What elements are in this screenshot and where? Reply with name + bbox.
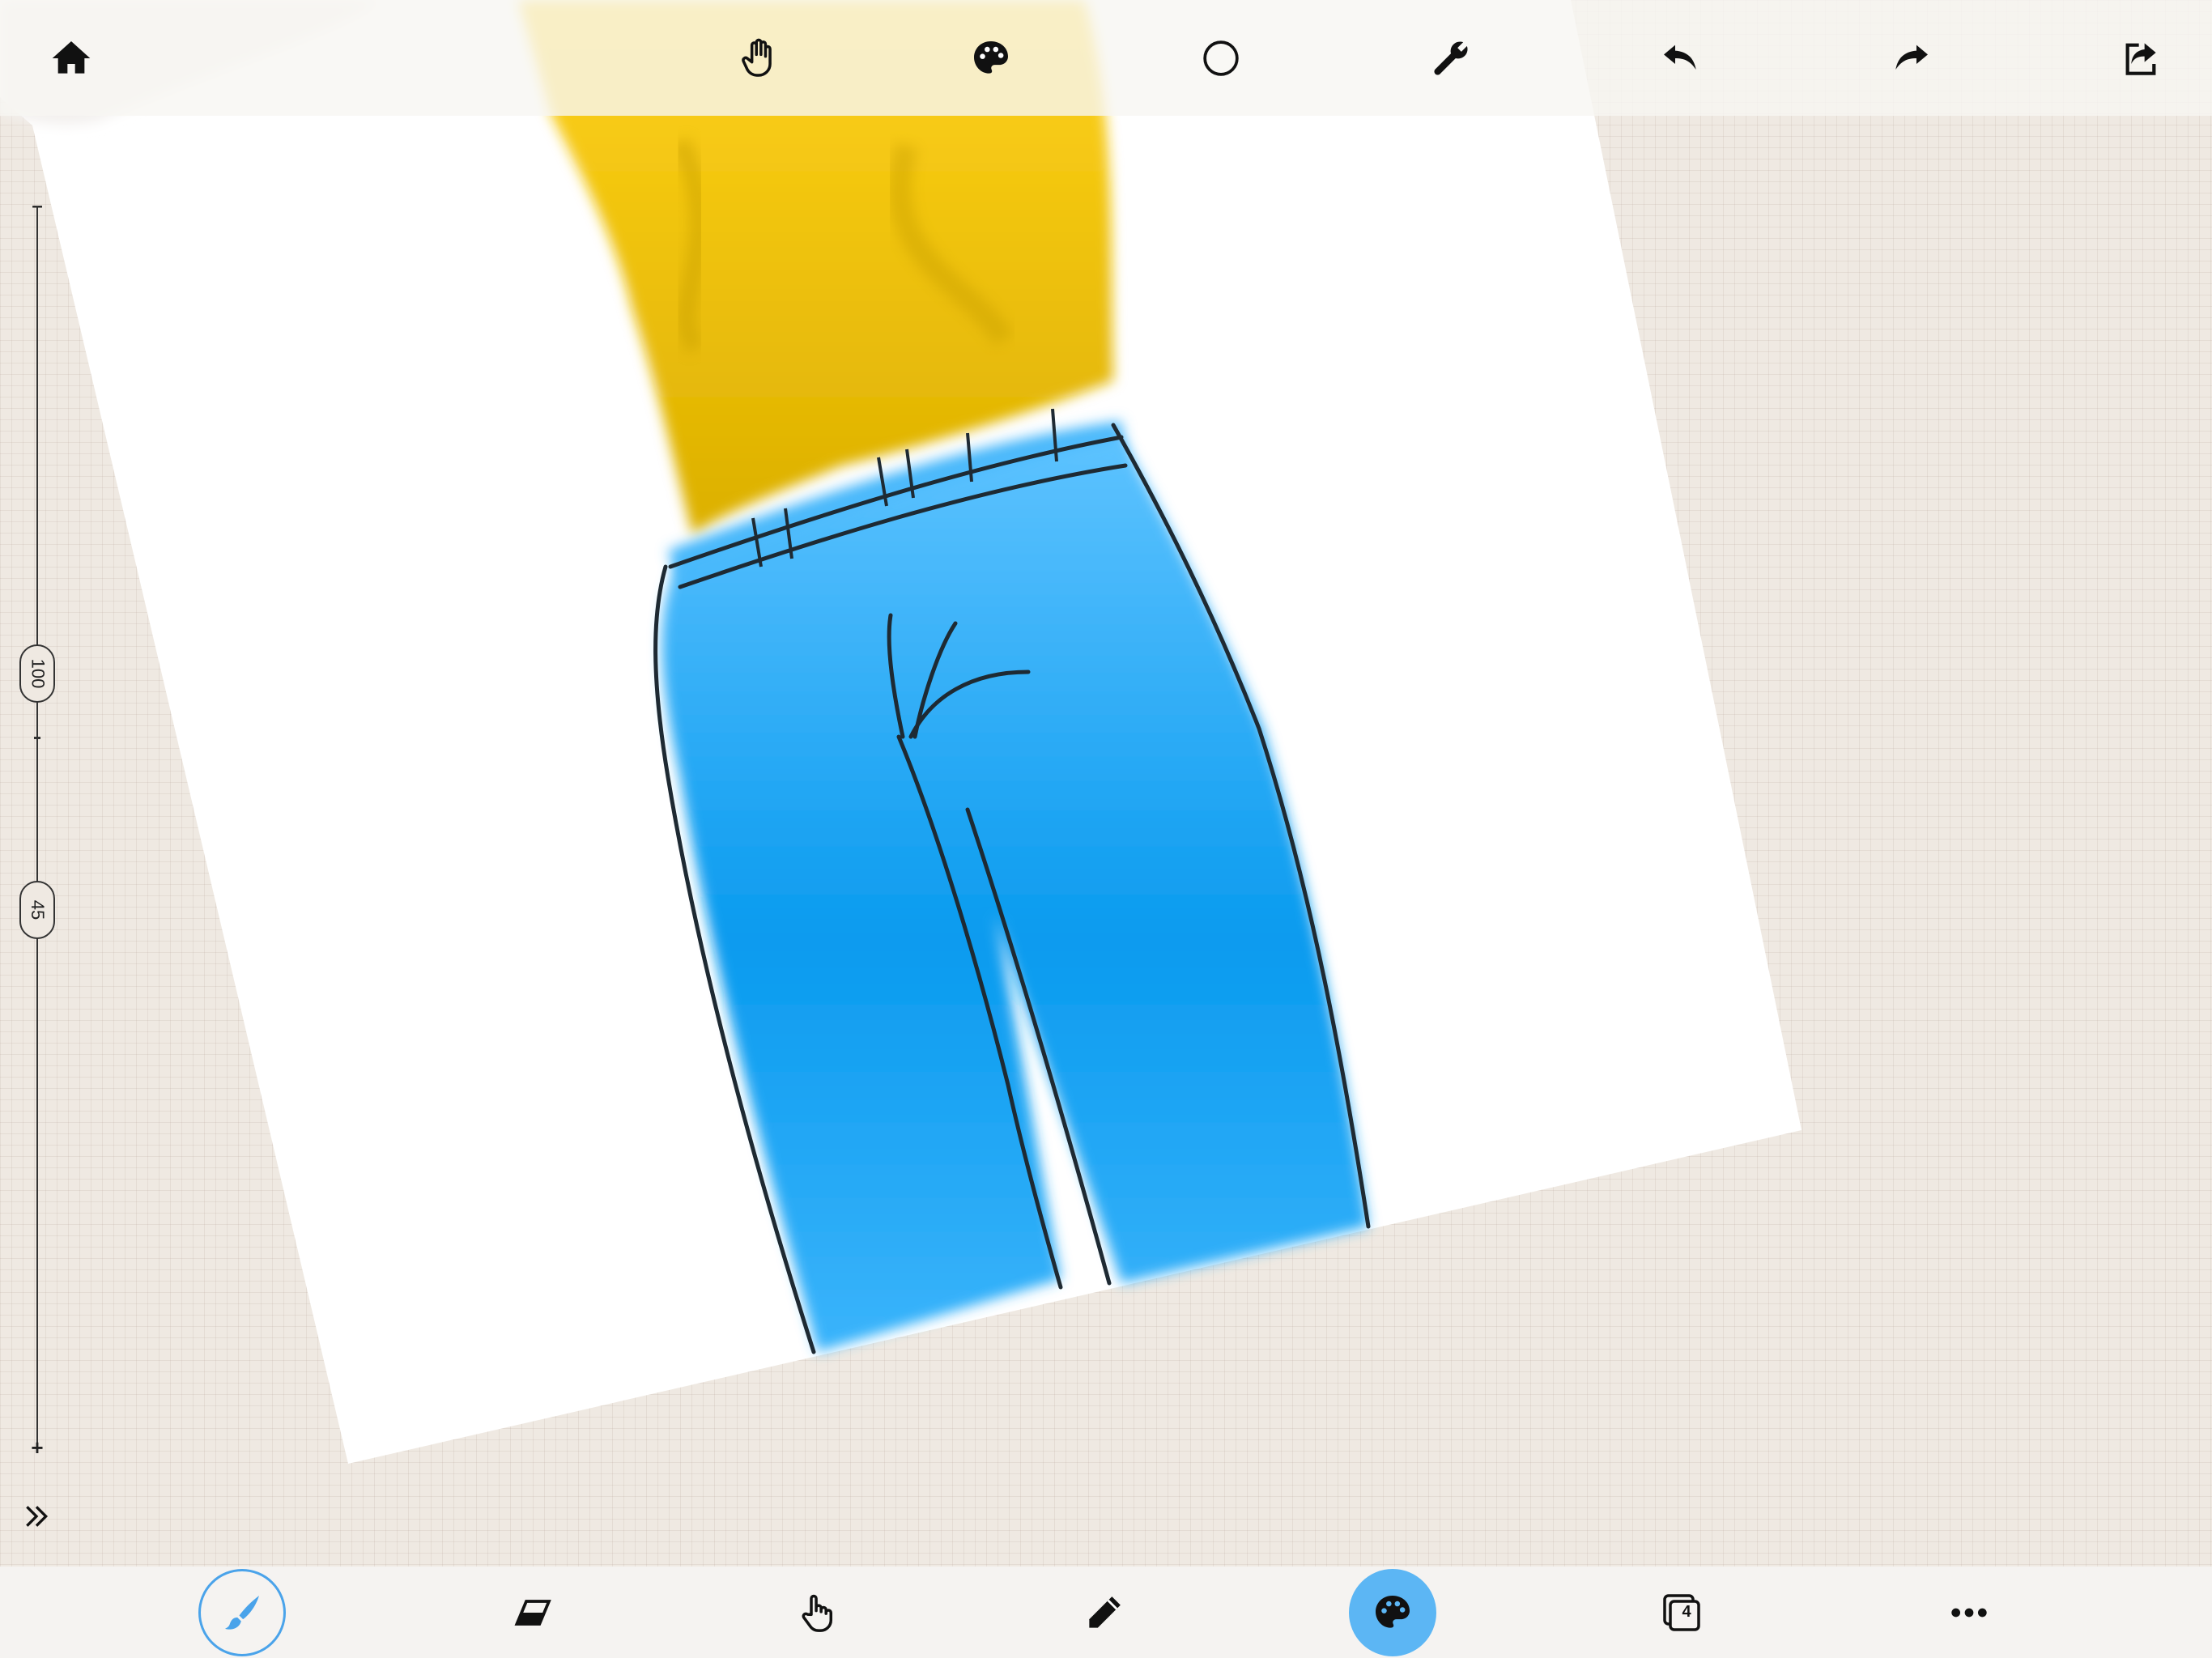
drawing-canvas[interactable] [0,0,2212,1658]
hand-tool-button[interactable] [730,29,789,87]
eraser-icon [514,1600,551,1626]
share-icon [2125,43,2156,75]
undo-icon [1664,45,1696,70]
redo-button[interactable] [1882,29,1940,87]
pencil-tool-button[interactable] [1061,1569,1148,1656]
size-slider-track[interactable] [36,206,38,1449]
palette-icon [974,41,1008,74]
redo-icon [1895,45,1928,70]
bottom-toolbar: 4 [0,1567,2212,1658]
pencil-icon [1089,1596,1121,1628]
brush-size-handle[interactable]: 100 [19,644,55,703]
share-button[interactable] [2112,29,2170,87]
expand-sidebar-button[interactable] [18,1498,55,1535]
finger-icon [802,1594,833,1632]
undo-button[interactable] [1652,29,1710,87]
double-chevron-right-icon [26,1506,49,1527]
selection-button[interactable] [1192,29,1250,87]
palette-top-button[interactable] [962,29,1020,87]
hand-icon [742,38,772,77]
slider-tick [34,737,40,739]
brush-opacity-handle[interactable]: 45 [19,881,55,939]
palette-icon [1376,1596,1410,1628]
settings-button[interactable] [1422,29,1480,87]
top-toolbar [0,0,2212,116]
home-button[interactable] [42,29,100,87]
wrench-icon [1434,41,1468,75]
more-button[interactable] [1925,1569,2013,1656]
circle-icon [1203,40,1239,76]
layers-button[interactable]: 4 [1638,1569,1725,1656]
brush-tool-button[interactable] [198,1569,286,1656]
brush-size-value: 100 [28,658,48,689]
home-icon [52,41,91,74]
slider-max-label: + [31,1435,44,1460]
eraser-tool-button[interactable] [488,1569,576,1656]
smudge-tool-button[interactable] [773,1569,861,1656]
brush-icon [225,1596,259,1630]
more-icon [1951,1608,1987,1618]
color-picker-button[interactable] [1349,1569,1436,1656]
layers-count: 4 [1682,1603,1691,1621]
brush-opacity-value: 45 [27,899,48,920]
